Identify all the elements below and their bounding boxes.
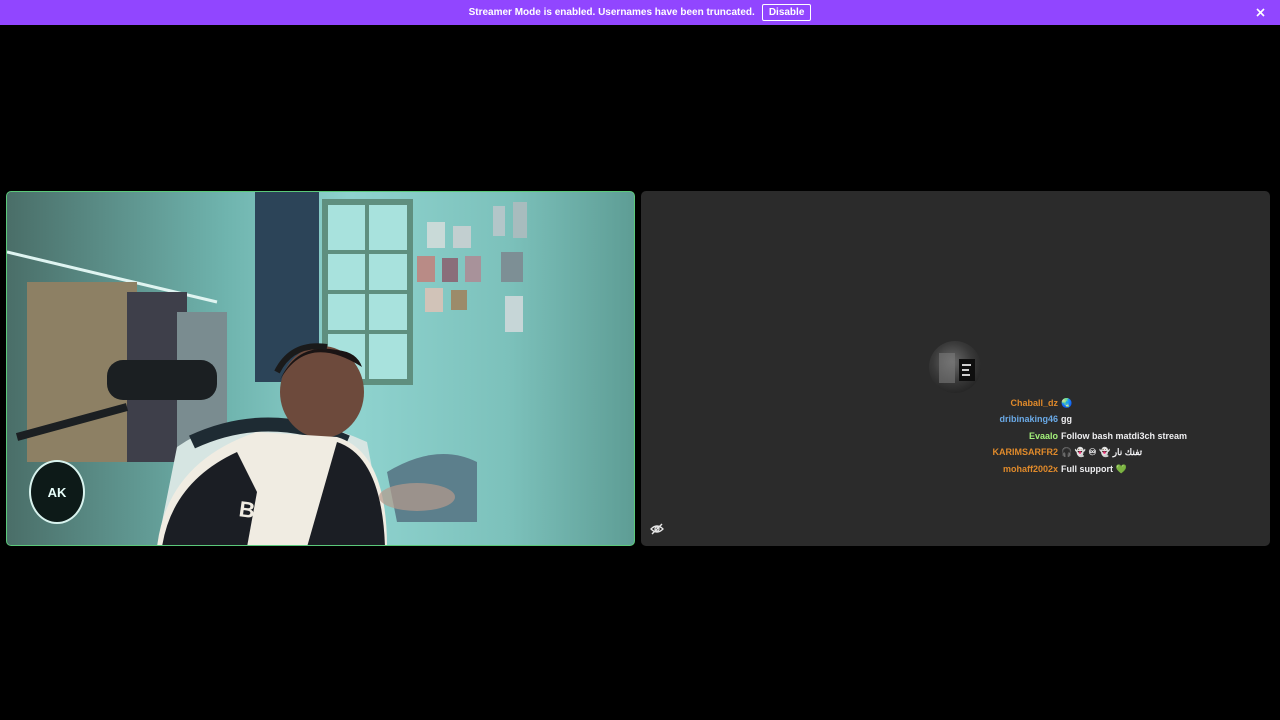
- chat-overlay-tile[interactable]: Chaball_dz 🌏 dribinaking46 gg Evaalo Fol…: [641, 191, 1270, 546]
- camera-video-tile[interactable]: BULLS AK: [6, 191, 635, 546]
- streamer-mode-banner: Streamer Mode is enabled. Usernames have…: [0, 0, 1280, 25]
- chat-message: mohaff2002x Full support 💚: [641, 462, 1270, 476]
- eye-off-icon[interactable]: [649, 521, 665, 537]
- chat-text: Full support 💚: [1061, 464, 1127, 474]
- avatar: [929, 341, 981, 393]
- eagle-logo-icon: AK: [29, 460, 85, 524]
- chat-text: 🎧 👻 ♾ 👻 تفنك نار: [1061, 447, 1143, 457]
- chat-username: KARIMSARFR2: [992, 447, 1058, 457]
- chat-message: Chaball_dz 🌏: [641, 396, 1270, 410]
- chat-username: mohaff2002x: [1002, 464, 1058, 474]
- logo-text: AK: [47, 484, 67, 500]
- chat-username: dribinaking46: [999, 414, 1058, 424]
- camera-feed: BULLS: [7, 192, 527, 545]
- chat-text: gg: [1061, 414, 1072, 424]
- chat-username: Evaalo: [1028, 431, 1058, 441]
- close-icon[interactable]: [1253, 5, 1268, 20]
- chat-username: Chaball_dz: [1010, 398, 1058, 408]
- chat-message: dribinaking46 gg: [641, 412, 1270, 426]
- chat-message: KARIMSARFR2 🎧 👻 ♾ 👻 تفنك نار: [641, 445, 1270, 459]
- chat-text: Follow bash matdi3ch stream: [1061, 431, 1188, 441]
- disable-streamer-mode-button[interactable]: Disable: [761, 4, 812, 21]
- chat-message: Evaalo Follow bash matdi3ch stream: [641, 429, 1270, 443]
- streamer-mode-message: Streamer Mode is enabled. Usernames have…: [468, 7, 755, 18]
- chat-text: 🌏: [1061, 398, 1073, 408]
